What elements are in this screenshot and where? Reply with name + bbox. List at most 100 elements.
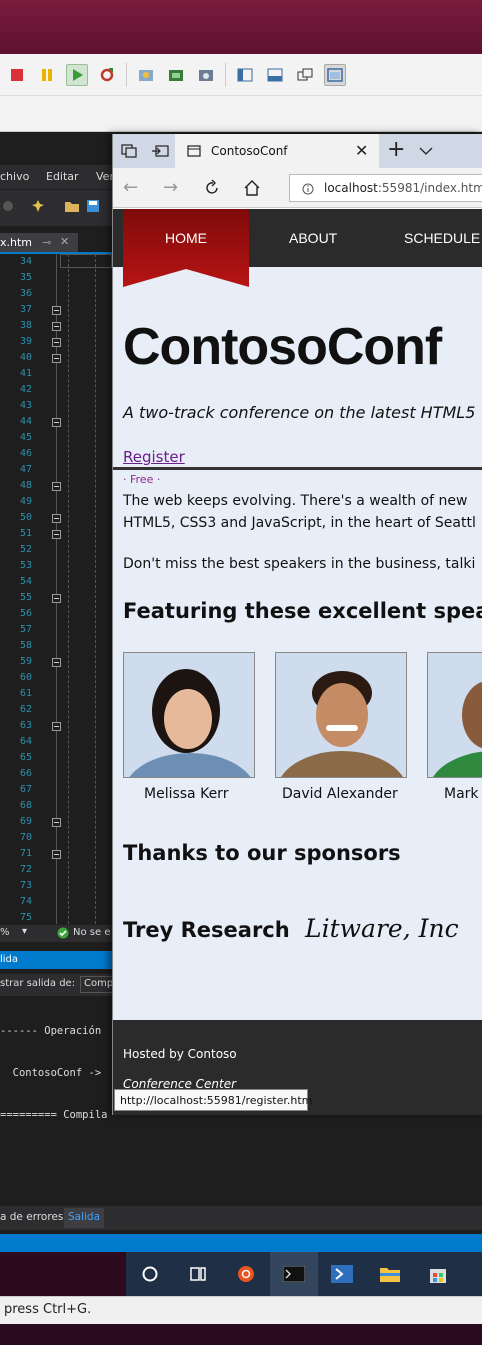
- line-number: 51: [19, 528, 32, 539]
- refresh-icon[interactable]: [96, 64, 118, 86]
- indent-guide: [68, 254, 69, 924]
- collapse-icon[interactable]: [52, 306, 61, 315]
- speaker-name: David Alexander: [282, 786, 398, 802]
- checkpoint-icon[interactable]: [165, 64, 187, 86]
- browser-tab[interactable]: ContosoConf ✕: [175, 134, 379, 168]
- tab-output[interactable]: Salida: [64, 1208, 105, 1228]
- speaker-photo[interactable]: [275, 652, 407, 778]
- set-aside-tabs-icon[interactable]: [151, 144, 169, 158]
- web-page: HOME ABOUT SCHEDULE ContosoConf A two-tr…: [113, 209, 482, 1115]
- indent-guide: [95, 254, 96, 924]
- menu-item-edit[interactable]: Editar: [46, 170, 79, 183]
- line-number: 45: [19, 432, 32, 443]
- forward-icon[interactable]: →: [163, 177, 178, 198]
- collapse-icon[interactable]: [52, 482, 61, 491]
- chevron-down-icon[interactable]: [419, 146, 433, 156]
- cortana-icon[interactable]: [126, 1252, 174, 1296]
- line-number: 44: [19, 416, 32, 427]
- nav-home[interactable]: HOME: [165, 230, 207, 246]
- refresh-icon[interactable]: [203, 179, 221, 197]
- taskbar: [126, 1252, 482, 1296]
- address-bar[interactable]: localhost:55981/index.htm: [289, 174, 482, 202]
- line-number: 46: [19, 448, 32, 459]
- pause-icon[interactable]: [36, 64, 58, 86]
- collapse-icon[interactable]: [52, 594, 61, 603]
- collapse-icon[interactable]: [52, 530, 61, 539]
- task-view-icon[interactable]: [174, 1252, 222, 1296]
- link-tooltip: http://localhost:55981/register.htm: [114, 1089, 312, 1111]
- line-number: 41: [19, 368, 32, 379]
- editor-tab[interactable]: x.htm ⊸ ✕: [0, 233, 78, 253]
- line-number: 40: [19, 352, 32, 363]
- sponsor-logo[interactable]: Litware, Inc: [305, 914, 459, 943]
- free-badge: · Free ·: [123, 473, 161, 486]
- sponsor-logo[interactable]: Trey Research: [123, 918, 290, 942]
- collapse-icon[interactable]: [52, 322, 61, 331]
- line-number: 67: [19, 784, 32, 795]
- speaker-photo[interactable]: [427, 652, 482, 778]
- collapse-icon[interactable]: [52, 818, 61, 827]
- line-number: 50: [19, 512, 32, 523]
- collapse-icon[interactable]: [52, 722, 61, 731]
- collapse-icon[interactable]: [52, 354, 61, 363]
- new-tab-icon[interactable]: +: [387, 137, 405, 162]
- home-icon[interactable]: [243, 179, 261, 197]
- tab-preview-icon[interactable]: [121, 144, 137, 158]
- nav-schedule[interactable]: SCHEDULE: [404, 230, 480, 246]
- browser-tab-title: ContosoConf: [211, 144, 288, 158]
- intro-line-2: HTML5, CSS3 and JavaScript, in the heart…: [123, 515, 476, 531]
- speaker-photo[interactable]: [123, 652, 255, 778]
- url-host: localhost: [324, 181, 378, 195]
- pin-icon[interactable]: ⊸: [42, 236, 51, 249]
- tab-error-list[interactable]: a de errores: [0, 1211, 63, 1223]
- line-number: 60: [19, 672, 32, 683]
- panel-bottom-icon[interactable]: [264, 64, 286, 86]
- back-icon[interactable]: ←: [123, 177, 138, 198]
- file-explorer-icon[interactable]: [366, 1252, 414, 1296]
- close-tab-icon[interactable]: ✕: [60, 235, 69, 248]
- line-number: 53: [19, 560, 32, 571]
- output-panel-header: lida: [0, 951, 120, 969]
- windows-icon[interactable]: [294, 64, 316, 86]
- line-number: 55: [19, 592, 32, 603]
- store-icon[interactable]: [414, 1252, 462, 1296]
- line-number: 54: [19, 576, 32, 587]
- collapse-icon[interactable]: [52, 514, 61, 523]
- menu-item-file[interactable]: chivo: [0, 170, 29, 183]
- new-item-icon[interactable]: [30, 198, 46, 214]
- collapse-icon[interactable]: [52, 338, 61, 347]
- speaker-name: Melissa Kerr: [144, 786, 229, 802]
- stop-icon[interactable]: [6, 64, 28, 86]
- current-line-highlight: [60, 254, 112, 268]
- ubuntu-icon[interactable]: [222, 1252, 270, 1296]
- output-line: ContosoConf ->: [0, 1067, 102, 1079]
- zoom-level[interactable]: %: [0, 927, 10, 938]
- save-icon[interactable]: [86, 199, 100, 213]
- register-link[interactable]: Register: [123, 448, 185, 466]
- vs-toolbar: [0, 190, 120, 226]
- info-icon[interactable]: [302, 183, 314, 195]
- line-number: 68: [19, 800, 32, 811]
- issues-status[interactable]: No se e: [73, 927, 110, 938]
- collapse-icon[interactable]: [52, 418, 61, 427]
- open-folder-icon[interactable]: [64, 199, 80, 213]
- zoom-dropdown-icon[interactable]: ▾: [22, 926, 27, 937]
- page-icon: [187, 145, 201, 157]
- line-number: 75: [19, 912, 32, 923]
- collapse-icon[interactable]: [52, 850, 61, 859]
- nav-about[interactable]: ABOUT: [289, 230, 337, 246]
- collapse-icon[interactable]: [52, 658, 61, 667]
- toolbar-separator: [126, 62, 127, 87]
- snapshot-icon[interactable]: [135, 64, 157, 86]
- window-title-bar: [0, 0, 482, 54]
- panel-left-icon[interactable]: [234, 64, 256, 86]
- fullscreen-icon[interactable]: [324, 63, 346, 86]
- close-tab-icon[interactable]: ✕: [355, 141, 368, 160]
- nav-back-icon[interactable]: [2, 200, 14, 212]
- terminal-icon[interactable]: [270, 1252, 318, 1296]
- play-icon[interactable]: [66, 63, 88, 86]
- settings-icon[interactable]: [195, 64, 217, 86]
- line-number: 66: [19, 768, 32, 779]
- powershell-icon[interactable]: [318, 1252, 366, 1296]
- line-number: 62: [19, 704, 32, 715]
